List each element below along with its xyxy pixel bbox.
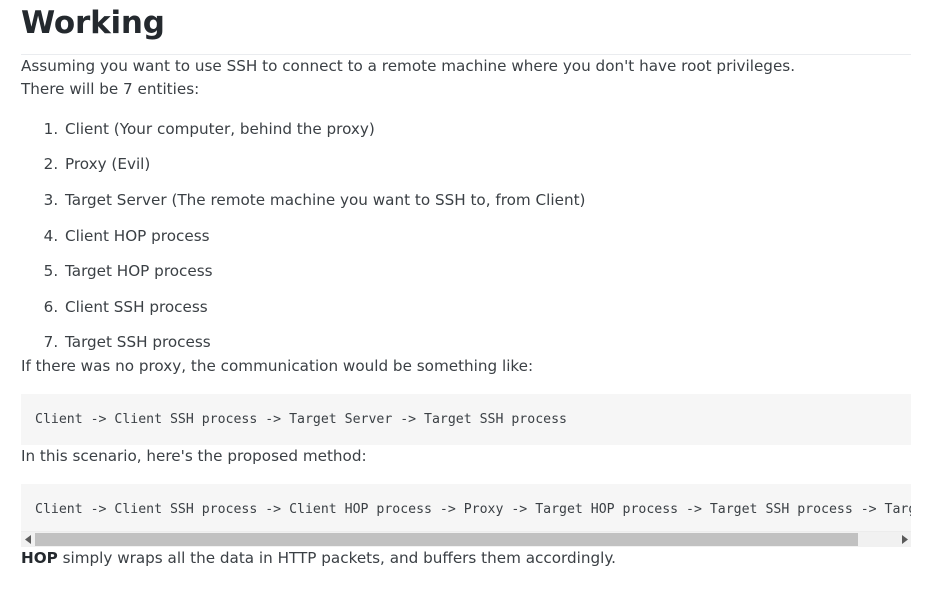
scrollbar-thumb[interactable] [35,533,859,547]
hop-term: HOP [21,549,58,568]
list-item: Client SSH process [63,296,911,320]
list-item: Proxy (Evil) [63,153,911,177]
scroll-right-arrow-icon[interactable] [897,532,911,548]
code-text: Client -> Client SSH process -> Client H… [35,502,911,518]
list-item: Target SSH process [63,331,911,355]
code-horizontal-scrollbar[interactable] [21,531,911,548]
intro-paragraph: Assuming you want to use SSH to connect … [21,56,796,75]
list-item: Target HOP process [63,260,911,284]
page-title: Working [21,5,165,41]
hop-description: simply wraps all the data in HTTP packet… [57,549,616,568]
list-item: Target Server (The remote machine you wa… [63,189,911,213]
hop-paragraph: HOP simply wraps all the data in HTTP pa… [21,547,911,571]
entities-list: Client (Your computer, behind the proxy)… [21,118,911,355]
list-item: Client HOP process [63,225,911,249]
scroll-left-arrow-icon[interactable] [21,532,35,548]
list-item: Client (Your computer, behind the proxy) [63,118,911,142]
code-block-proposed: Client -> Client SSH process -> Client H… [21,484,911,548]
code-block-no-proxy: Client -> Client SSH process -> Target S… [21,394,911,445]
no-proxy-paragraph: If there was no proxy, the communication… [21,356,534,375]
entities-intro-paragraph: There will be 7 entities: [21,80,200,99]
scenario-paragraph: In this scenario, here's the proposed me… [21,446,367,465]
document-page: Working Assuming you want to use SSH to … [0,0,932,571]
scrollbar-track[interactable] [35,533,897,547]
code-text: Client -> Client SSH process -> Target S… [35,412,567,428]
